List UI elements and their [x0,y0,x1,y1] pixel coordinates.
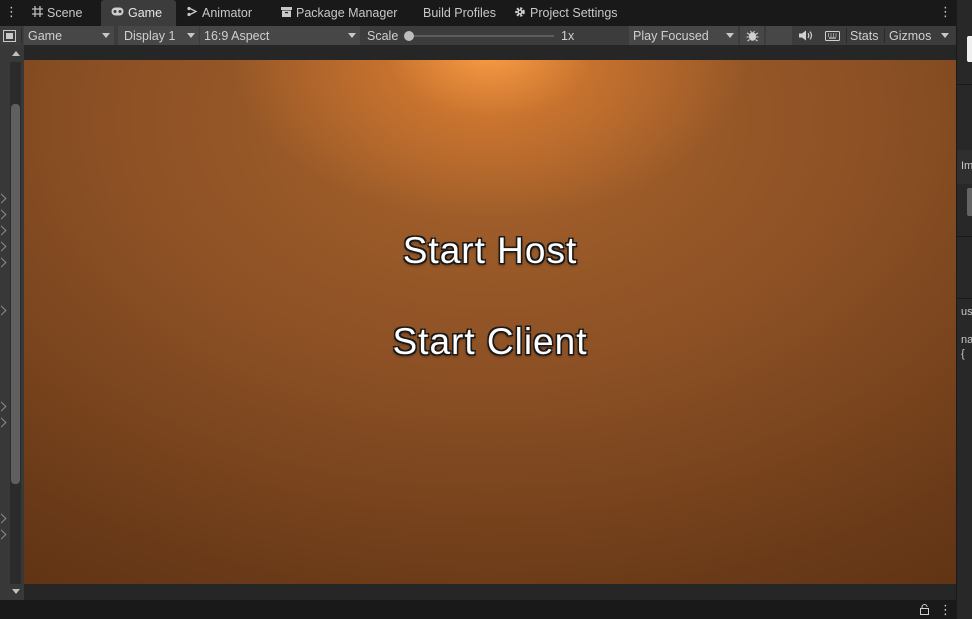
chevron-down-icon [102,33,110,38]
game-viewport[interactable]: Start Host Start Client [24,60,956,584]
chevron-right-icon[interactable] [0,225,7,236]
tab-build-profiles[interactable]: Build Profiles [423,0,496,26]
tab-project-settings[interactable]: Project Settings [514,0,618,26]
tab-game[interactable]: Game [101,0,176,26]
maximize-view-icon[interactable] [3,26,18,45]
chevron-down-icon [941,33,949,38]
scale-value: 1x [561,28,575,43]
chevron-right-icon[interactable] [0,305,7,316]
scroll-up-arrow-icon[interactable] [12,51,20,56]
gizmos-dropdown[interactable]: Gizmos [889,26,956,45]
bug-icon[interactable] [740,26,764,45]
scrollbar-thumb[interactable] [11,104,20,484]
lock-icon[interactable] [920,604,929,618]
tab-package-manager[interactable]: Package Manager [281,0,397,26]
status-menu-icon[interactable]: ⋮ [939,603,952,617]
view-mode-label: Game [28,28,63,43]
stats-button[interactable]: Stats [850,26,879,45]
animator-icon [187,6,198,20]
keyboard-icon[interactable] [822,26,842,45]
panel-fragment-4: { [961,348,965,360]
chevron-right-icon[interactable] [0,193,7,204]
tab-scene-label: Scene [47,6,83,20]
chevron-right-icon[interactable] [0,241,7,252]
tab-package-manager-label: Package Manager [296,6,398,20]
more-options-icon[interactable]: ⋮ [5,5,18,19]
gizmos-label: Gizmos [889,28,932,43]
package-icon [281,6,292,20]
chevron-right-icon[interactable] [0,257,7,268]
tab-project-settings-label: Project Settings [530,6,618,20]
scale-label: Scale [367,28,399,43]
tab-bar: ⋮ Scene Game Animator Package Manager Bu… [0,0,956,26]
speaker-icon[interactable] [797,26,815,45]
panel-edge-button[interactable] [967,188,972,216]
chevron-right-icon[interactable] [0,529,7,540]
game-toolbar: Game Display 1 16:9 Aspect Scale 1x Play… [0,26,956,45]
grid-icon [32,6,43,20]
panel-edge-field[interactable] [967,36,972,62]
view-mode-dropdown[interactable]: Game [24,26,114,45]
play-mode-label: Play Focused [633,28,709,43]
play-mode-dropdown[interactable]: Play Focused [629,26,738,45]
gamepad-icon [111,7,124,19]
aspect-dropdown[interactable]: 16:9 Aspect [200,26,360,45]
panel-fragment-1: Im [961,160,972,172]
display-label: Display 1 [124,28,176,43]
chevron-down-icon [348,33,356,38]
start-client-button[interactable]: Start Client [24,321,956,363]
scroll-down-arrow-icon[interactable] [12,589,20,594]
start-host-button[interactable]: Start Host [24,230,956,272]
chevron-down-icon [187,33,195,38]
panel-menu-icon[interactable]: ⋮ [939,5,952,19]
right-panel-edge: Im us na { [956,0,972,619]
aspect-label: 16:9 Aspect [204,28,270,43]
chevron-right-icon[interactable] [0,513,7,524]
toggle-slot[interactable] [766,26,792,45]
scale-slider[interactable] [409,35,554,37]
tab-build-profiles-label: Build Profiles [423,6,496,20]
tab-animator[interactable]: Animator [187,0,252,26]
gear-icon [514,6,526,21]
tab-scene[interactable]: Scene [32,0,82,26]
panel-fragment-2: us [961,306,972,318]
chevron-down-icon [726,33,734,38]
chevron-right-icon[interactable] [0,401,7,412]
tab-animator-label: Animator [202,6,253,20]
scale-slider-handle[interactable] [404,31,414,41]
chevron-right-icon[interactable] [0,417,7,428]
display-dropdown[interactable]: Display 1 [118,26,199,45]
panel-fragment-3: na [961,334,972,346]
chevron-right-icon[interactable] [0,209,7,220]
status-bar: ⋮ [0,600,956,619]
tab-game-label: Game [128,6,163,20]
